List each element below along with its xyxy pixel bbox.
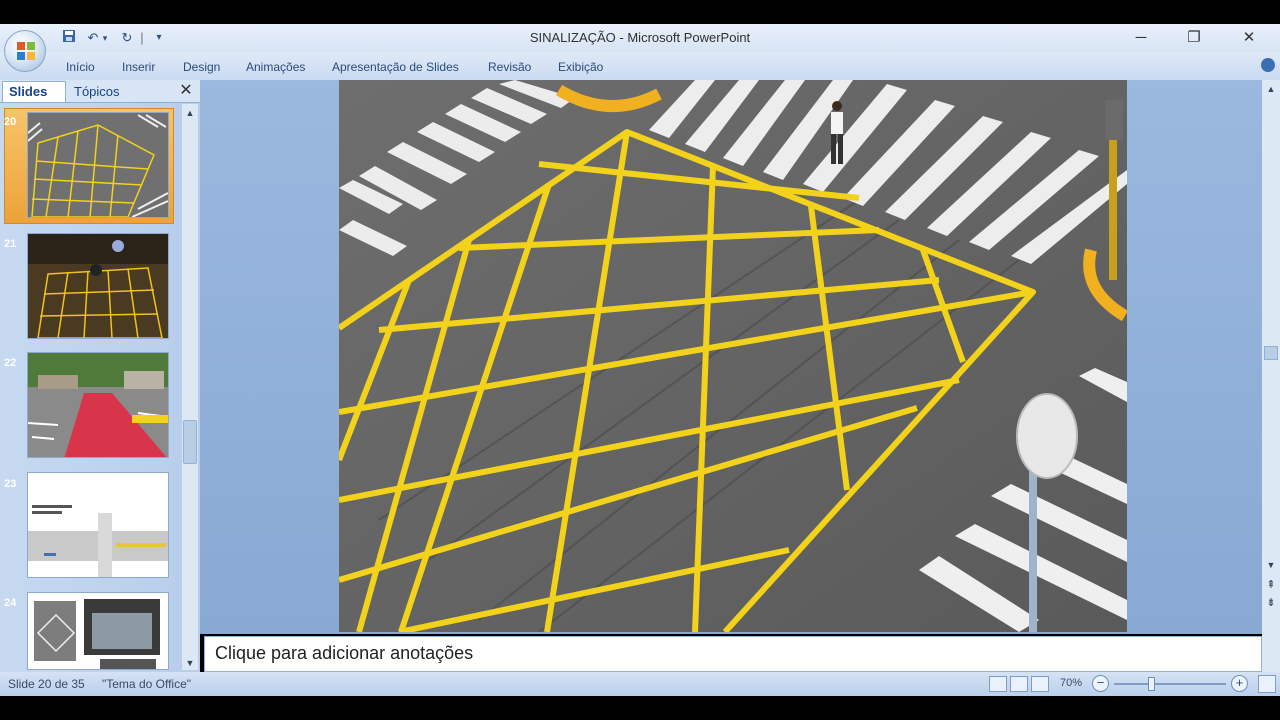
tab-topics[interactable]: Tópicos xyxy=(66,82,144,102)
slide-number: 23 xyxy=(4,478,17,490)
slide-thumbnail-21[interactable] xyxy=(27,233,169,339)
tab-inicio[interactable]: Início xyxy=(66,59,95,75)
notes-placeholder[interactable]: Clique para adicionar anotações xyxy=(215,643,473,664)
pane-scroll-thumb[interactable] xyxy=(183,420,197,464)
tab-design[interactable]: Design xyxy=(183,59,220,75)
zoom-in-icon[interactable]: + xyxy=(1231,675,1248,692)
normal-view-icon[interactable] xyxy=(989,676,1007,692)
minimize-button[interactable]: ─ xyxy=(1118,24,1164,52)
office-logo-icon xyxy=(17,42,35,60)
office-button[interactable] xyxy=(4,30,46,72)
pane-close-icon[interactable]: ✕ xyxy=(178,82,194,100)
help-icon[interactable] xyxy=(1261,58,1275,72)
main-scroll-down-icon[interactable]: ▼ xyxy=(1263,560,1279,570)
scroll-up-icon[interactable]: ▲ xyxy=(182,108,198,118)
slide-canvas[interactable] xyxy=(339,80,1127,632)
slide-number: 24 xyxy=(4,597,17,609)
theme-name: "Tema do Office" xyxy=(102,677,192,691)
slide-number: 20 xyxy=(4,116,17,128)
yellow-box-junction-thumbnail xyxy=(28,113,168,217)
main-scroll-up-icon[interactable]: ▲ xyxy=(1263,84,1279,94)
status-bar xyxy=(0,672,1280,696)
main-scroll-thumb[interactable] xyxy=(1264,346,1278,360)
slide-thumbnail-20[interactable] xyxy=(27,112,169,218)
tab-slides[interactable]: Slides xyxy=(2,81,66,102)
night-junction-thumbnail xyxy=(28,234,168,338)
tab-exibicao[interactable]: Exibição xyxy=(558,59,603,75)
slide-number: 21 xyxy=(4,238,17,250)
pane-scrollbar[interactable] xyxy=(182,104,198,670)
next-slide-icon[interactable]: ⇟ xyxy=(1263,596,1279,609)
slide-thumbnail-24[interactable] xyxy=(27,592,169,670)
tab-revisao[interactable]: Revisão xyxy=(488,59,531,75)
yellow-box-junction-photo xyxy=(339,80,1127,632)
tab-apresentacao[interactable]: Apresentação de Slides xyxy=(332,59,459,75)
zoom-slider[interactable] xyxy=(1114,683,1226,685)
slideshow-view-icon[interactable] xyxy=(1031,676,1049,692)
restore-button[interactable]: ❐ xyxy=(1171,24,1217,52)
close-button[interactable]: ✕ xyxy=(1226,24,1272,52)
tab-animacoes[interactable]: Animações xyxy=(246,59,305,75)
slide-thumbnail-22[interactable] xyxy=(27,352,169,458)
scroll-down-icon[interactable]: ▼ xyxy=(182,658,198,668)
red-bike-lane-thumbnail xyxy=(28,353,168,457)
diagram-slide-thumbnail xyxy=(28,473,168,577)
photo-collage-thumbnail xyxy=(28,593,168,669)
tab-inserir[interactable]: Inserir xyxy=(122,59,155,75)
window-title: SINALIZAÇÃO - Microsoft PowerPoint xyxy=(529,30,751,45)
zoom-level[interactable]: 70% xyxy=(1060,677,1082,689)
slide-sorter-view-icon[interactable] xyxy=(1010,676,1028,692)
slide-thumbnail-23[interactable] xyxy=(27,472,169,578)
zoom-out-icon[interactable]: − xyxy=(1092,675,1109,692)
previous-slide-icon[interactable]: ⇞ xyxy=(1263,578,1279,591)
slide-number: 22 xyxy=(4,357,17,369)
fit-to-window-icon[interactable] xyxy=(1258,675,1276,693)
slide-counter: Slide 20 de 35 xyxy=(8,677,85,691)
zoom-slider-knob[interactable] xyxy=(1148,677,1155,691)
